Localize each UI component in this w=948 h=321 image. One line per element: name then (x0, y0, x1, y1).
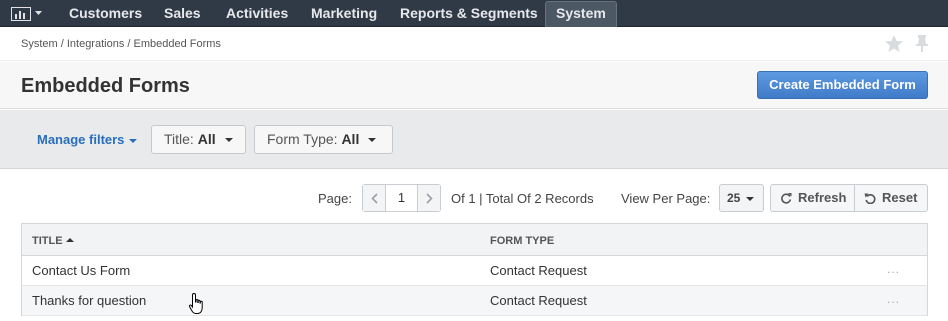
star-icon[interactable] (884, 34, 904, 53)
chevron-down-icon (368, 138, 377, 143)
table-row[interactable]: Contact Us Form Contact Request ... (22, 256, 927, 286)
chevron-left-icon (370, 192, 378, 204)
pin-icon[interactable] (915, 34, 929, 53)
chevron-down-icon (129, 138, 138, 143)
nav-customers[interactable]: Customers (69, 0, 142, 27)
per-page-label: View Per Page: (621, 191, 711, 206)
page-header: Embedded Forms Create Embedded Form (0, 62, 948, 109)
records-summary: Of 1 | Total Of 2 Records (451, 191, 594, 206)
cell-form-type: Contact Request (490, 293, 587, 308)
table-row[interactable]: Thanks for question Contact Request ... (22, 286, 927, 316)
breadcrumb: System / Integrations / Embedded Forms (21, 38, 221, 50)
breadcrumb-bar: System / Integrations / Embedded Forms (0, 28, 948, 61)
nav-marketing[interactable]: Marketing (311, 0, 377, 27)
column-header-title-label: TITLE (32, 235, 63, 247)
page-navigator: 1 (362, 184, 441, 212)
per-page-select[interactable]: 25 (719, 184, 764, 212)
form-type-filter-value: All (341, 131, 360, 147)
reset-label: Reset (882, 190, 918, 205)
title-filter-value: All (197, 131, 216, 147)
title-filter-label: Title: (164, 131, 194, 147)
page-label: Page: (318, 191, 352, 206)
embedded-forms-grid: TITLE FORM TYPE Contact Us Form Contact … (21, 223, 928, 316)
form-type-filter-label: Form Type: (267, 131, 338, 147)
page-number-input[interactable]: 1 (385, 185, 418, 211)
row-actions-button[interactable]: ... (887, 262, 900, 276)
row-actions-button[interactable]: ... (887, 292, 900, 306)
column-header-form-type[interactable]: FORM TYPE (490, 235, 554, 247)
hand-cursor-icon (188, 292, 203, 314)
cell-title: Contact Us Form (32, 263, 131, 278)
filter-bar: Manage filters Title: All Form Type: All (0, 110, 948, 169)
nav-reports-segments[interactable]: Reports & Segments (400, 0, 538, 27)
refresh-icon (781, 193, 792, 204)
manage-filters-label: Manage filters (37, 132, 125, 147)
chevron-down-icon (35, 11, 42, 15)
refresh-label: Refresh (798, 190, 847, 205)
chevron-right-icon (425, 192, 433, 204)
next-page-button[interactable] (418, 185, 440, 211)
undo-icon (864, 193, 876, 204)
cell-title: Thanks for question (32, 293, 147, 308)
grid-header: TITLE FORM TYPE (22, 224, 927, 256)
sort-ascending-icon (65, 238, 74, 243)
dashboard-menu[interactable] (11, 5, 45, 22)
nav-sales[interactable]: Sales (164, 0, 201, 27)
chevron-down-icon (224, 138, 233, 143)
cell-form-type: Contact Request (490, 263, 587, 278)
bar-chart-icon (11, 6, 31, 21)
manage-filters-button[interactable]: Manage filters (37, 132, 138, 147)
previous-page-button[interactable] (363, 185, 385, 211)
reset-button[interactable]: Reset (854, 184, 928, 212)
per-page-value: 25 (727, 191, 741, 205)
top-navigation: Customers Sales Activities Marketing Rep… (0, 0, 948, 27)
form-type-filter[interactable]: Form Type: All (254, 125, 393, 154)
page-title: Embedded Forms (21, 75, 190, 97)
create-embedded-form-button[interactable]: Create Embedded Form (757, 71, 928, 99)
nav-system[interactable]: System (545, 1, 617, 27)
nav-activities[interactable]: Activities (226, 0, 288, 27)
title-filter[interactable]: Title: All (151, 125, 246, 154)
chevron-down-icon (746, 196, 755, 201)
refresh-button[interactable]: Refresh (770, 184, 855, 212)
column-header-title[interactable]: TITLE (32, 235, 74, 247)
